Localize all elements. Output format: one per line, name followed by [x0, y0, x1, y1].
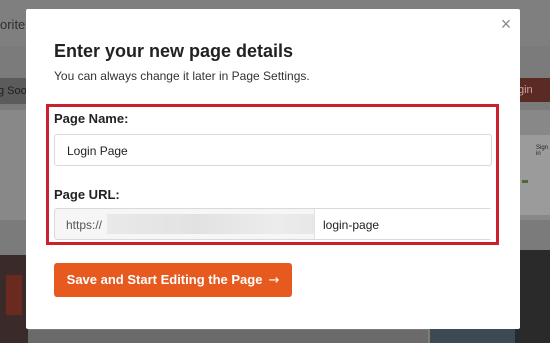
- save-button-label: Save and Start Editing the Page: [66, 272, 263, 287]
- close-icon[interactable]: ×: [497, 15, 515, 33]
- dialog-title: Enter your new page details: [54, 41, 294, 61]
- page-url-label: Page URL:: [54, 187, 120, 202]
- background-topbar-text: orite: [0, 17, 26, 32]
- page-name-label: Page Name:: [54, 111, 129, 126]
- arrow-right-icon: →: [268, 273, 280, 288]
- page-name-value: Login Page: [67, 144, 128, 158]
- page-name-input[interactable]: Login Page: [54, 134, 492, 166]
- background-side-card: Sign in: [518, 135, 550, 215]
- redacted-domain: [107, 214, 333, 234]
- background-thumbnail-left: [0, 255, 28, 343]
- background-side-card-mark: [522, 180, 528, 183]
- background-right-button: gin: [520, 78, 550, 102]
- background-side-card-text: Sign in: [536, 145, 549, 157]
- background-left-button: g Soo: [0, 78, 26, 104]
- page-url-field: https:// login-page: [54, 208, 493, 240]
- page-url-slug: login-page: [323, 218, 380, 232]
- page-url-slug-input[interactable]: login-page: [314, 209, 493, 239]
- page-url-prefix: https://: [66, 218, 103, 232]
- new-page-dialog: × Enter your new page details You can al…: [26, 9, 520, 329]
- background-thumbnail-row: [28, 330, 428, 343]
- save-and-edit-button[interactable]: Save and Start Editing the Page →: [54, 263, 292, 297]
- background-thumbnail-right: [515, 250, 550, 343]
- dialog-subtitle: You can always change it later in Page S…: [54, 69, 310, 83]
